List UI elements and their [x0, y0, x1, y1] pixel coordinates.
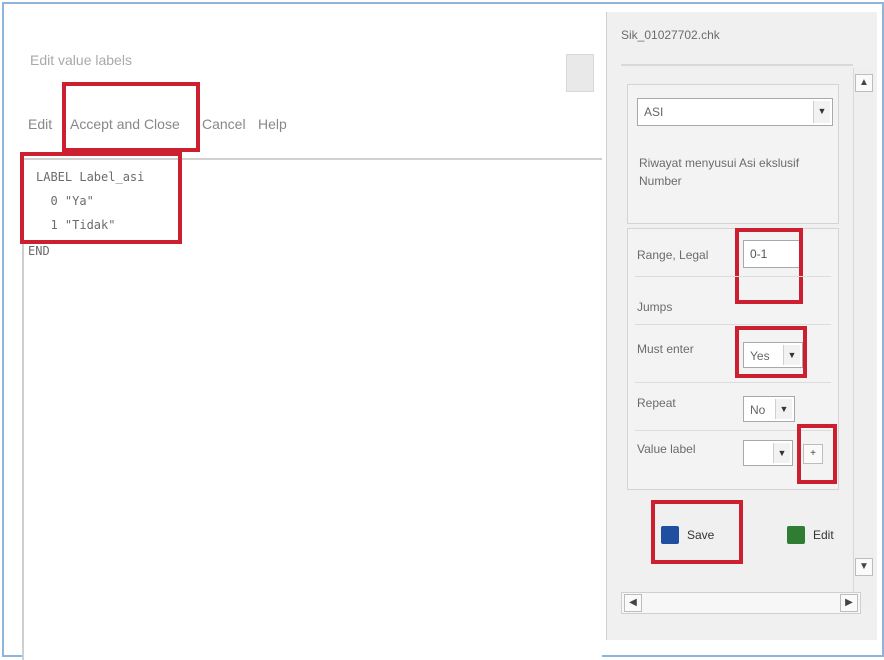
highlight-must-enter	[735, 326, 807, 378]
arrow-left-icon[interactable]: ◀	[624, 594, 642, 612]
vertical-scrollbar[interactable]: ▲ ▼	[853, 68, 874, 608]
repeat-select[interactable]: No ▼	[743, 396, 795, 422]
label-repeat: Repeat	[637, 396, 676, 410]
panel-divider	[621, 64, 853, 66]
label-must-enter: Must enter	[637, 342, 694, 356]
check-file-panel: Sik_01027702.chk ▲ ▼ ASI ▼ Riwayat menyu…	[606, 12, 877, 640]
highlight-label-code	[20, 152, 182, 244]
edit-value-labels-window: Edit value labels Edit Accept and Close …	[12, 12, 602, 660]
divider	[635, 276, 831, 277]
field-description: Riwayat menyusui Asi ekslusif Number	[639, 154, 829, 190]
editor-title: Edit value labels	[30, 52, 132, 68]
horizontal-scrollbar[interactable]: ◀ ▶	[621, 592, 861, 614]
field-select-value: ASI	[644, 105, 664, 119]
menu-edit[interactable]: Edit	[28, 116, 52, 132]
label-jumps: Jumps	[637, 300, 673, 314]
highlight-accept-and-close	[62, 82, 200, 152]
highlight-value-label-button	[797, 424, 837, 484]
editor-titlebar: Edit value labels	[12, 12, 600, 92]
edit-icon	[787, 526, 805, 544]
arrow-right-icon[interactable]: ▶	[840, 594, 858, 612]
menu-help[interactable]: Help	[258, 116, 287, 132]
close-icon[interactable]	[566, 54, 594, 92]
arrow-down-icon[interactable]: ▼	[855, 558, 873, 576]
field-type-text: Number	[639, 174, 682, 188]
divider	[635, 324, 831, 325]
label-value-label: Value label	[637, 442, 696, 456]
edit-button-label: Edit	[813, 528, 834, 542]
menu-cancel[interactable]: Cancel	[202, 116, 246, 132]
field-description-text: Riwayat menyusui Asi ekslusif	[639, 156, 800, 170]
repeat-value: No	[750, 403, 766, 417]
arrow-up-icon[interactable]: ▲	[855, 74, 873, 92]
edit-button[interactable]: Edit	[777, 516, 849, 556]
field-select[interactable]: ASI ▼	[637, 98, 833, 126]
chevron-down-icon[interactable]: ▼	[775, 399, 792, 419]
label-range-legal: Range, Legal	[637, 248, 709, 262]
panel-title: Sik_01027702.chk	[621, 28, 720, 42]
highlight-save-button	[651, 500, 743, 564]
value-label-select[interactable]: ▼	[743, 440, 793, 466]
chevron-down-icon[interactable]: ▼	[813, 101, 830, 123]
divider	[635, 382, 831, 383]
highlight-range-legal	[735, 228, 803, 304]
chevron-down-icon[interactable]: ▼	[773, 443, 790, 463]
code-line: END	[28, 244, 50, 258]
